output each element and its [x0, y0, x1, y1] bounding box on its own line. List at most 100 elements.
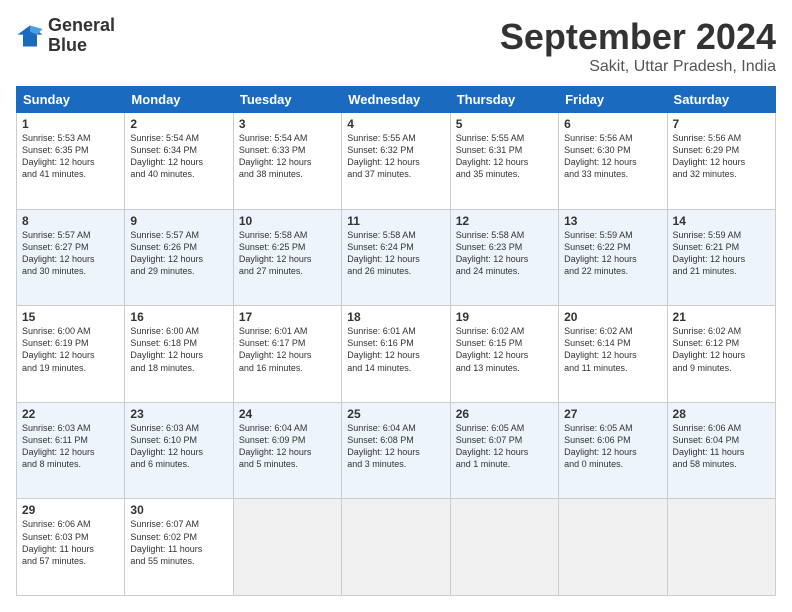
logo: General Blue	[16, 16, 115, 56]
day-number: 13	[564, 214, 661, 228]
col-wednesday: Wednesday	[342, 87, 450, 113]
day-number: 20	[564, 310, 661, 324]
day-info: Sunrise: 5:54 AM Sunset: 6:33 PM Dayligh…	[239, 132, 336, 181]
day-info: Sunrise: 6:05 AM Sunset: 6:07 PM Dayligh…	[456, 422, 553, 471]
day-info: Sunrise: 5:57 AM Sunset: 6:27 PM Dayligh…	[22, 229, 119, 278]
day-number: 21	[673, 310, 770, 324]
table-row	[233, 499, 341, 596]
day-info: Sunrise: 6:01 AM Sunset: 6:16 PM Dayligh…	[347, 325, 444, 374]
table-row: 30Sunrise: 6:07 AM Sunset: 6:02 PM Dayli…	[125, 499, 233, 596]
day-number: 9	[130, 214, 227, 228]
table-row: 27Sunrise: 6:05 AM Sunset: 6:06 PM Dayli…	[559, 402, 667, 499]
day-number: 17	[239, 310, 336, 324]
day-number: 11	[347, 214, 444, 228]
day-info: Sunrise: 6:04 AM Sunset: 6:08 PM Dayligh…	[347, 422, 444, 471]
table-row: 11Sunrise: 5:58 AM Sunset: 6:24 PM Dayli…	[342, 209, 450, 306]
table-row: 6Sunrise: 5:56 AM Sunset: 6:30 PM Daylig…	[559, 113, 667, 210]
logo-icon	[16, 22, 44, 50]
day-info: Sunrise: 5:58 AM Sunset: 6:24 PM Dayligh…	[347, 229, 444, 278]
calendar-table: Sunday Monday Tuesday Wednesday Thursday…	[16, 86, 776, 596]
table-row: 4Sunrise: 5:55 AM Sunset: 6:32 PM Daylig…	[342, 113, 450, 210]
day-number: 2	[130, 117, 227, 131]
table-row: 25Sunrise: 6:04 AM Sunset: 6:08 PM Dayli…	[342, 402, 450, 499]
title-area: September 2024 Sakit, Uttar Pradesh, Ind…	[500, 16, 776, 76]
table-row: 19Sunrise: 6:02 AM Sunset: 6:15 PM Dayli…	[450, 306, 558, 403]
col-thursday: Thursday	[450, 87, 558, 113]
col-monday: Monday	[125, 87, 233, 113]
day-info: Sunrise: 6:02 AM Sunset: 6:14 PM Dayligh…	[564, 325, 661, 374]
page-header: General Blue September 2024 Sakit, Uttar…	[16, 16, 776, 76]
table-row: 24Sunrise: 6:04 AM Sunset: 6:09 PM Dayli…	[233, 402, 341, 499]
table-row: 8Sunrise: 5:57 AM Sunset: 6:27 PM Daylig…	[17, 209, 125, 306]
table-row: 22Sunrise: 6:03 AM Sunset: 6:11 PM Dayli…	[17, 402, 125, 499]
day-info: Sunrise: 5:59 AM Sunset: 6:21 PM Dayligh…	[673, 229, 770, 278]
day-info: Sunrise: 5:55 AM Sunset: 6:32 PM Dayligh…	[347, 132, 444, 181]
col-tuesday: Tuesday	[233, 87, 341, 113]
day-number: 22	[22, 407, 119, 421]
day-info: Sunrise: 6:03 AM Sunset: 6:10 PM Dayligh…	[130, 422, 227, 471]
table-row	[559, 499, 667, 596]
table-row: 26Sunrise: 6:05 AM Sunset: 6:07 PM Dayli…	[450, 402, 558, 499]
day-number: 6	[564, 117, 661, 131]
day-info: Sunrise: 6:04 AM Sunset: 6:09 PM Dayligh…	[239, 422, 336, 471]
table-row	[667, 499, 775, 596]
day-number: 4	[347, 117, 444, 131]
month-title: September 2024	[500, 16, 776, 58]
calendar-week-row: 29Sunrise: 6:06 AM Sunset: 6:03 PM Dayli…	[17, 499, 776, 596]
table-row	[450, 499, 558, 596]
table-row: 28Sunrise: 6:06 AM Sunset: 6:04 PM Dayli…	[667, 402, 775, 499]
calendar-week-row: 8Sunrise: 5:57 AM Sunset: 6:27 PM Daylig…	[17, 209, 776, 306]
day-info: Sunrise: 5:58 AM Sunset: 6:25 PM Dayligh…	[239, 229, 336, 278]
day-number: 12	[456, 214, 553, 228]
table-row: 9Sunrise: 5:57 AM Sunset: 6:26 PM Daylig…	[125, 209, 233, 306]
table-row: 12Sunrise: 5:58 AM Sunset: 6:23 PM Dayli…	[450, 209, 558, 306]
day-number: 29	[22, 503, 119, 517]
day-info: Sunrise: 5:59 AM Sunset: 6:22 PM Dayligh…	[564, 229, 661, 278]
day-number: 18	[347, 310, 444, 324]
day-info: Sunrise: 6:07 AM Sunset: 6:02 PM Dayligh…	[130, 518, 227, 567]
day-number: 28	[673, 407, 770, 421]
day-number: 24	[239, 407, 336, 421]
day-info: Sunrise: 6:05 AM Sunset: 6:06 PM Dayligh…	[564, 422, 661, 471]
day-number: 3	[239, 117, 336, 131]
table-row: 18Sunrise: 6:01 AM Sunset: 6:16 PM Dayli…	[342, 306, 450, 403]
day-info: Sunrise: 6:06 AM Sunset: 6:04 PM Dayligh…	[673, 422, 770, 471]
day-info: Sunrise: 5:55 AM Sunset: 6:31 PM Dayligh…	[456, 132, 553, 181]
table-row: 1Sunrise: 5:53 AM Sunset: 6:35 PM Daylig…	[17, 113, 125, 210]
table-row: 15Sunrise: 6:00 AM Sunset: 6:19 PM Dayli…	[17, 306, 125, 403]
table-row: 5Sunrise: 5:55 AM Sunset: 6:31 PM Daylig…	[450, 113, 558, 210]
col-friday: Friday	[559, 87, 667, 113]
day-info: Sunrise: 5:56 AM Sunset: 6:30 PM Dayligh…	[564, 132, 661, 181]
table-row: 10Sunrise: 5:58 AM Sunset: 6:25 PM Dayli…	[233, 209, 341, 306]
day-info: Sunrise: 5:54 AM Sunset: 6:34 PM Dayligh…	[130, 132, 227, 181]
day-number: 25	[347, 407, 444, 421]
day-number: 7	[673, 117, 770, 131]
calendar-week-row: 1Sunrise: 5:53 AM Sunset: 6:35 PM Daylig…	[17, 113, 776, 210]
table-row: 29Sunrise: 6:06 AM Sunset: 6:03 PM Dayli…	[17, 499, 125, 596]
table-row: 23Sunrise: 6:03 AM Sunset: 6:10 PM Dayli…	[125, 402, 233, 499]
day-info: Sunrise: 6:03 AM Sunset: 6:11 PM Dayligh…	[22, 422, 119, 471]
day-number: 30	[130, 503, 227, 517]
day-info: Sunrise: 6:02 AM Sunset: 6:12 PM Dayligh…	[673, 325, 770, 374]
table-row	[342, 499, 450, 596]
col-sunday: Sunday	[17, 87, 125, 113]
calendar-week-row: 15Sunrise: 6:00 AM Sunset: 6:19 PM Dayli…	[17, 306, 776, 403]
day-info: Sunrise: 5:57 AM Sunset: 6:26 PM Dayligh…	[130, 229, 227, 278]
day-number: 5	[456, 117, 553, 131]
day-number: 10	[239, 214, 336, 228]
day-info: Sunrise: 6:02 AM Sunset: 6:15 PM Dayligh…	[456, 325, 553, 374]
day-number: 8	[22, 214, 119, 228]
table-row: 7Sunrise: 5:56 AM Sunset: 6:29 PM Daylig…	[667, 113, 775, 210]
day-number: 19	[456, 310, 553, 324]
logo-text: General Blue	[48, 16, 115, 56]
table-row: 2Sunrise: 5:54 AM Sunset: 6:34 PM Daylig…	[125, 113, 233, 210]
day-number: 15	[22, 310, 119, 324]
table-row: 14Sunrise: 5:59 AM Sunset: 6:21 PM Dayli…	[667, 209, 775, 306]
col-saturday: Saturday	[667, 87, 775, 113]
day-info: Sunrise: 5:56 AM Sunset: 6:29 PM Dayligh…	[673, 132, 770, 181]
day-number: 1	[22, 117, 119, 131]
day-info: Sunrise: 5:58 AM Sunset: 6:23 PM Dayligh…	[456, 229, 553, 278]
day-number: 23	[130, 407, 227, 421]
day-number: 26	[456, 407, 553, 421]
table-row: 21Sunrise: 6:02 AM Sunset: 6:12 PM Dayli…	[667, 306, 775, 403]
